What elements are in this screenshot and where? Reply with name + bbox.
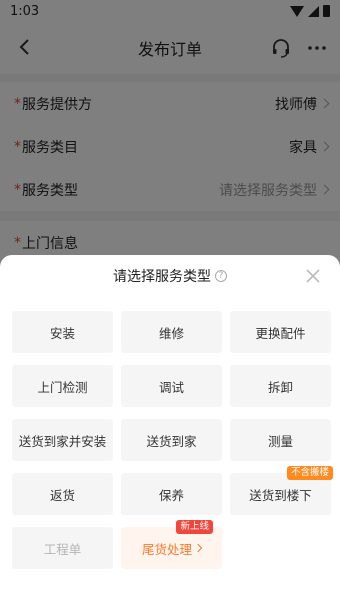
badge-no-carry-upstairs: 不含搬楼 [286, 466, 333, 480]
option-clearance[interactable]: 尾货处理 新上线 [121, 520, 222, 569]
option-label: 安装 [49, 325, 75, 341]
option-label: 拆卸 [267, 379, 293, 395]
service-type-sheet: 请选择服务类型 ? 安装 维修 更换配件 上门检测 调试 拆卸 送货到家并安装 … [0, 255, 340, 600]
sheet-title: 请选择服务类型 [113, 269, 211, 285]
option-label: 送货到家 [146, 433, 197, 449]
badge-new: 新上线 [176, 520, 213, 534]
option-label: 测量 [267, 433, 293, 449]
option-onsite-inspection[interactable]: 上门检测 [12, 365, 113, 407]
option-label: 维修 [158, 325, 184, 341]
option-return[interactable]: 返货 [12, 473, 113, 515]
option-project-order[interactable]: 工程单 [12, 527, 113, 569]
option-measure[interactable]: 测量 [230, 419, 331, 461]
option-deliver-downstairs[interactable]: 送货到楼下 不含搬楼 [230, 466, 333, 515]
chevron-right-icon [193, 543, 203, 553]
option-maintenance[interactable]: 保养 [121, 473, 222, 515]
option-label: 尾货处理 [141, 541, 192, 557]
service-type-grid: 安装 维修 更换配件 上门检测 调试 拆卸 送货到家并安装 送货到家 测量 返货… [12, 311, 333, 569]
option-deliver-home[interactable]: 送货到家 [121, 419, 222, 461]
sheet-header: 请选择服务类型 ? [0, 255, 340, 297]
option-replace-parts[interactable]: 更换配件 [230, 311, 331, 353]
option-install[interactable]: 安装 [12, 311, 113, 353]
option-label: 送货到家并安装 [18, 433, 107, 449]
option-label: 返货 [49, 487, 75, 503]
option-repair[interactable]: 维修 [121, 311, 222, 353]
close-icon[interactable] [304, 267, 322, 285]
option-debug[interactable]: 调试 [121, 365, 222, 407]
option-label: 工程单 [43, 541, 82, 557]
option-deliver-and-install[interactable]: 送货到家并安装 [12, 419, 113, 461]
option-label: 更换配件 [255, 325, 306, 341]
option-label: 调试 [158, 379, 184, 395]
option-label: 送货到楼下 [249, 487, 312, 503]
option-label: 上门检测 [37, 379, 88, 395]
help-icon[interactable]: ? [215, 270, 227, 282]
option-dismantle[interactable]: 拆卸 [230, 365, 331, 407]
option-label: 保养 [158, 487, 184, 503]
